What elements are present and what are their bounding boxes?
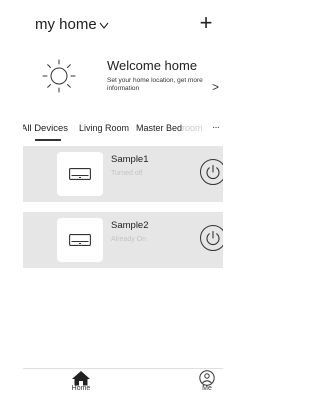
device-list: Sample1 Turned off Sample2 Already On bbox=[23, 146, 223, 368]
home-title: my home bbox=[35, 16, 97, 33]
power-icon[interactable] bbox=[199, 224, 223, 252]
bottom-navigation: Home Me bbox=[23, 368, 223, 396]
tab-living-room[interactable]: Living Room bbox=[79, 123, 129, 133]
power-icon[interactable] bbox=[199, 158, 223, 186]
device-card[interactable]: Sample2 Already On bbox=[23, 212, 223, 268]
profile-icon bbox=[187, 370, 223, 386]
home-icon bbox=[61, 370, 101, 386]
welcome-banner[interactable]: Welcome home Set your home location, get… bbox=[33, 54, 221, 102]
device-status: Turned off bbox=[111, 170, 143, 177]
device-name: Sample2 bbox=[111, 220, 149, 231]
add-device-button[interactable]: + bbox=[195, 12, 217, 34]
home-selector[interactable]: my home bbox=[35, 16, 109, 33]
chevron-down-icon bbox=[99, 20, 109, 32]
device-name: Sample1 bbox=[111, 154, 149, 165]
nav-home[interactable]: Home bbox=[61, 370, 101, 392]
device-thumbnail bbox=[57, 218, 103, 262]
tab-master-bedroom-label: Master Bed bbox=[136, 123, 183, 133]
plus-icon: + bbox=[199, 10, 213, 35]
tab-master-bedroom-faded: room bbox=[182, 123, 203, 133]
nav-home-label: Home bbox=[71, 385, 91, 392]
tab-all-devices[interactable]: All Devices bbox=[23, 123, 68, 134]
nav-me-label: Me bbox=[202, 385, 212, 392]
tab-master-bedroom[interactable]: Master Bedroom bbox=[136, 123, 203, 133]
welcome-title: Welcome home bbox=[107, 58, 198, 73]
more-tabs-button[interactable]: ··· bbox=[212, 122, 220, 133]
nav-me[interactable]: Me bbox=[187, 370, 223, 392]
welcome-subtitle: Set your home location, get more informa… bbox=[107, 77, 203, 92]
active-tab-indicator bbox=[35, 139, 61, 141]
device-status: Already On bbox=[111, 236, 147, 243]
sun-icon bbox=[39, 56, 79, 96]
app-screen: my home + Welcome home Set your home loc… bbox=[23, 0, 223, 396]
device-thumbnail bbox=[57, 152, 103, 196]
device-card[interactable]: Sample1 Turned off bbox=[23, 146, 223, 202]
chevron-right-icon[interactable]: > bbox=[212, 80, 219, 94]
top-bar: my home + bbox=[23, 12, 223, 38]
room-tabs: All Devices Living Room Master Bedroom ·… bbox=[23, 120, 223, 144]
